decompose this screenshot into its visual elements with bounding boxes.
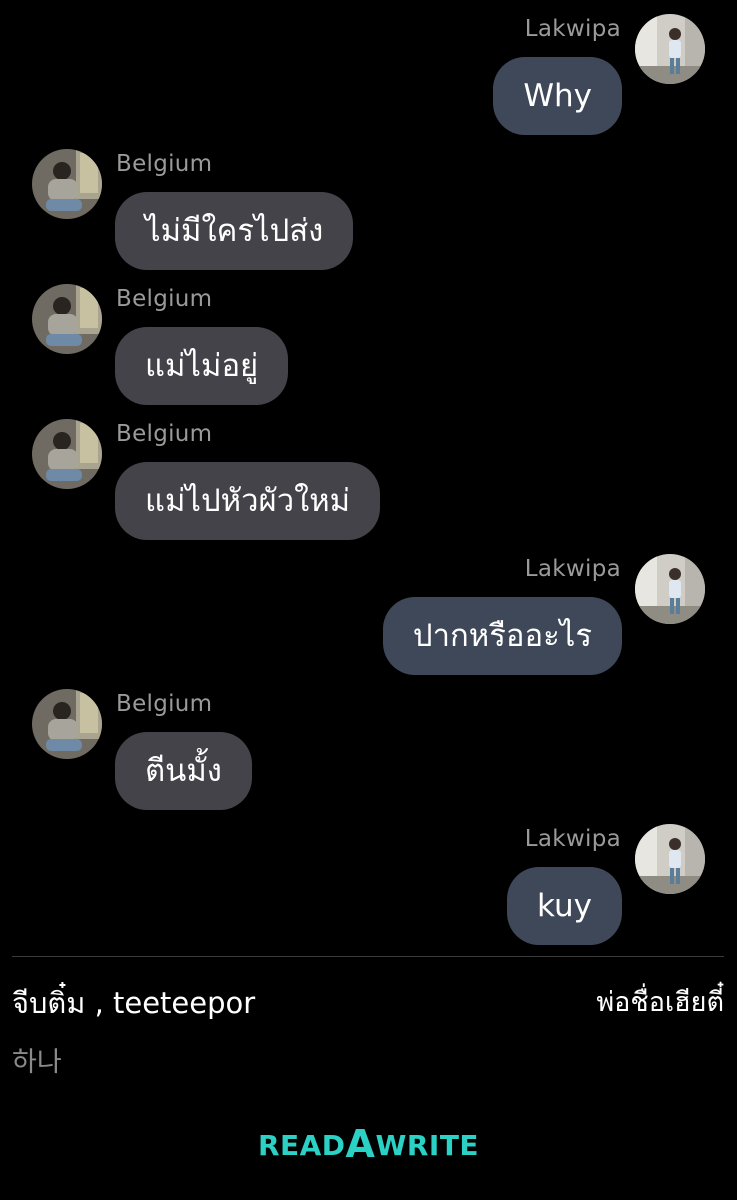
belgium-avatar-photo-icon xyxy=(32,149,102,219)
belgium-avatar[interactable] xyxy=(32,284,102,354)
story-title[interactable]: จีบติ๋ม , teeteepor xyxy=(12,980,255,1026)
lakwipa-avatar-photo-icon xyxy=(635,824,705,894)
logo-part-write: WRITE xyxy=(375,1129,480,1162)
lakwipa-avatar-photo-icon xyxy=(635,14,705,84)
message-bubble[interactable]: แม่ไม่อยู่ xyxy=(115,327,289,405)
belgium-avatar[interactable] xyxy=(32,419,102,489)
lakwipa-avatar[interactable] xyxy=(635,824,705,894)
message-bubble[interactable]: แม่ไปหัวผัวใหม่ xyxy=(115,462,381,540)
logo-part-a: A xyxy=(345,1122,376,1166)
lakwipa-avatar[interactable] xyxy=(635,554,705,624)
readawrite-logo: READAWRITE xyxy=(0,1120,737,1166)
sender-name: Belgium xyxy=(116,421,213,447)
message-bubble[interactable]: ไม่มีใครไปส่ง xyxy=(115,192,354,270)
message-bubble[interactable]: kuy xyxy=(507,867,622,945)
lakwipa-avatar[interactable] xyxy=(635,14,705,84)
logo-part-read: READ xyxy=(257,1129,346,1162)
belgium-avatar-photo-icon xyxy=(32,689,102,759)
sender-name: Lakwipa xyxy=(524,16,621,42)
belgium-avatar-photo-icon xyxy=(32,284,102,354)
belgium-avatar-photo-icon xyxy=(32,419,102,489)
message-bubble[interactable]: Why xyxy=(493,57,622,135)
sender-name: Belgium xyxy=(116,286,213,312)
footer-divider xyxy=(12,956,724,957)
sender-name: Lakwipa xyxy=(524,826,621,852)
sender-name: Belgium xyxy=(116,151,213,177)
sender-name: Belgium xyxy=(116,691,213,717)
message-bubble[interactable]: ปากหรืออะไร xyxy=(382,597,622,675)
message-bubble[interactable]: ตีนมั้ง xyxy=(115,732,252,810)
belgium-avatar[interactable] xyxy=(32,149,102,219)
sender-name: Lakwipa xyxy=(524,556,621,582)
author-name[interactable]: พ่อชื่อเฮียตี๋ xyxy=(596,980,724,1023)
belgium-avatar[interactable] xyxy=(32,689,102,759)
lakwipa-avatar-photo-icon xyxy=(635,554,705,624)
chapter-subtitle: 하나 xyxy=(12,1047,62,1078)
